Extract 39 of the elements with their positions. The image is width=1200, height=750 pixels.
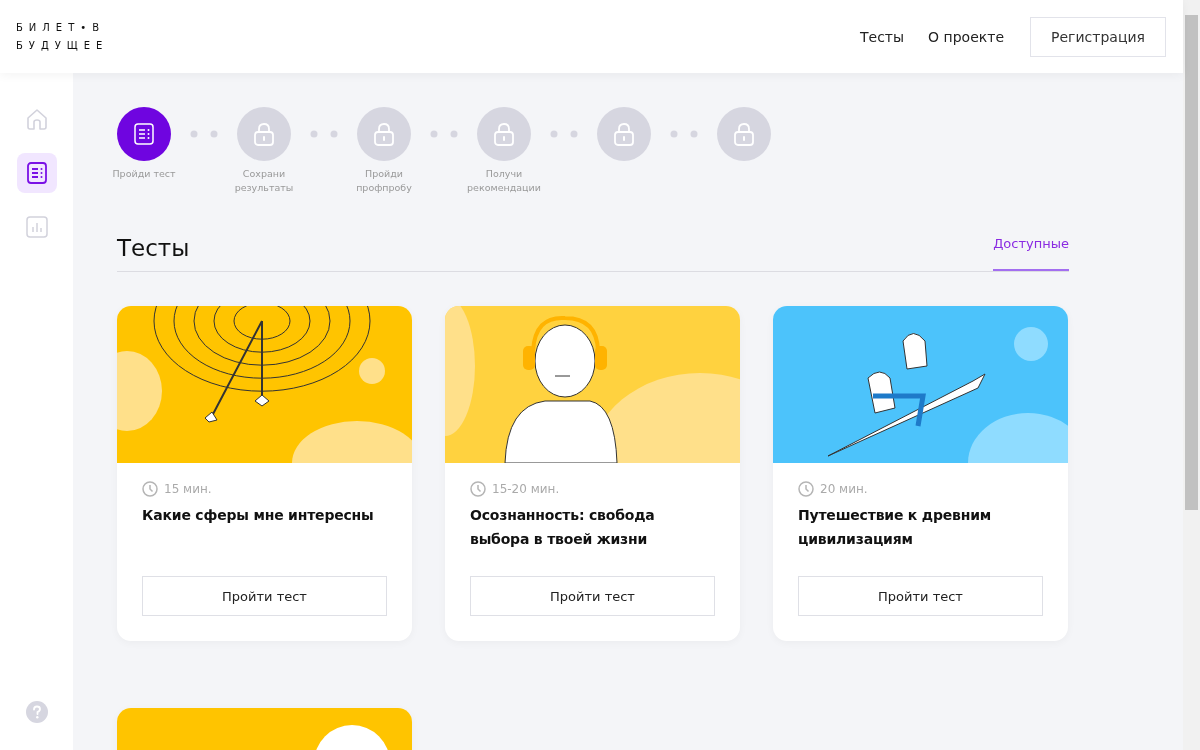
step-label: Пройди тест (111, 167, 177, 181)
help-icon[interactable] (24, 700, 49, 724)
nav-link[interactable]: Тесты (860, 28, 905, 45)
list-icon (132, 122, 156, 146)
bar-chart-icon (24, 215, 49, 239)
dotted-connector (310, 130, 338, 138)
step-label: Сохрани результаты (233, 167, 295, 195)
filter-tab[interactable]: Доступные (993, 236, 1069, 271)
section-title: Тесты (117, 235, 190, 263)
scrollbar[interactable] (1183, 0, 1200, 750)
clock-icon (470, 481, 486, 497)
dotted-connector (190, 130, 218, 138)
lock-icon (613, 122, 635, 146)
duration-text: 15-20 мин. (492, 482, 560, 496)
logo[interactable]: БИЛЕТ•В БУДУЩЕЕ (16, 18, 109, 55)
lock-icon (253, 122, 275, 146)
clock-icon (798, 481, 814, 497)
duration-text: 15 мин. (164, 482, 212, 496)
start-test-button[interactable]: Пройти тест (142, 576, 387, 616)
nav-link[interactable]: О проекте (928, 28, 1004, 45)
tests-nav-button[interactable] (16, 153, 57, 193)
lock-icon (373, 122, 395, 146)
test-title: Путешествие к древним цивилизациям (798, 506, 993, 549)
lock-icon (493, 122, 515, 146)
dotted-connector (550, 130, 578, 138)
duration-text: 20 мин. (820, 482, 868, 496)
test-title: Осознанность: свобода выбора в твоей жизни (470, 506, 656, 549)
clock-icon (142, 481, 158, 497)
start-test-button[interactable]: Пройти тест (798, 576, 1043, 616)
lock-icon (733, 122, 755, 146)
dotted-connector (670, 130, 698, 138)
start-test-button[interactable]: Пройти тест (470, 576, 715, 616)
test-title: Какие сферы мне интересны (142, 506, 375, 525)
dotted-connector (430, 130, 458, 138)
step-label: Получи рекомендации (466, 167, 542, 195)
list-icon (24, 161, 49, 185)
step-label: Пройди профпробу (355, 167, 413, 195)
home-icon (24, 107, 49, 131)
register-button[interactable]: Регистрация (1030, 16, 1166, 57)
